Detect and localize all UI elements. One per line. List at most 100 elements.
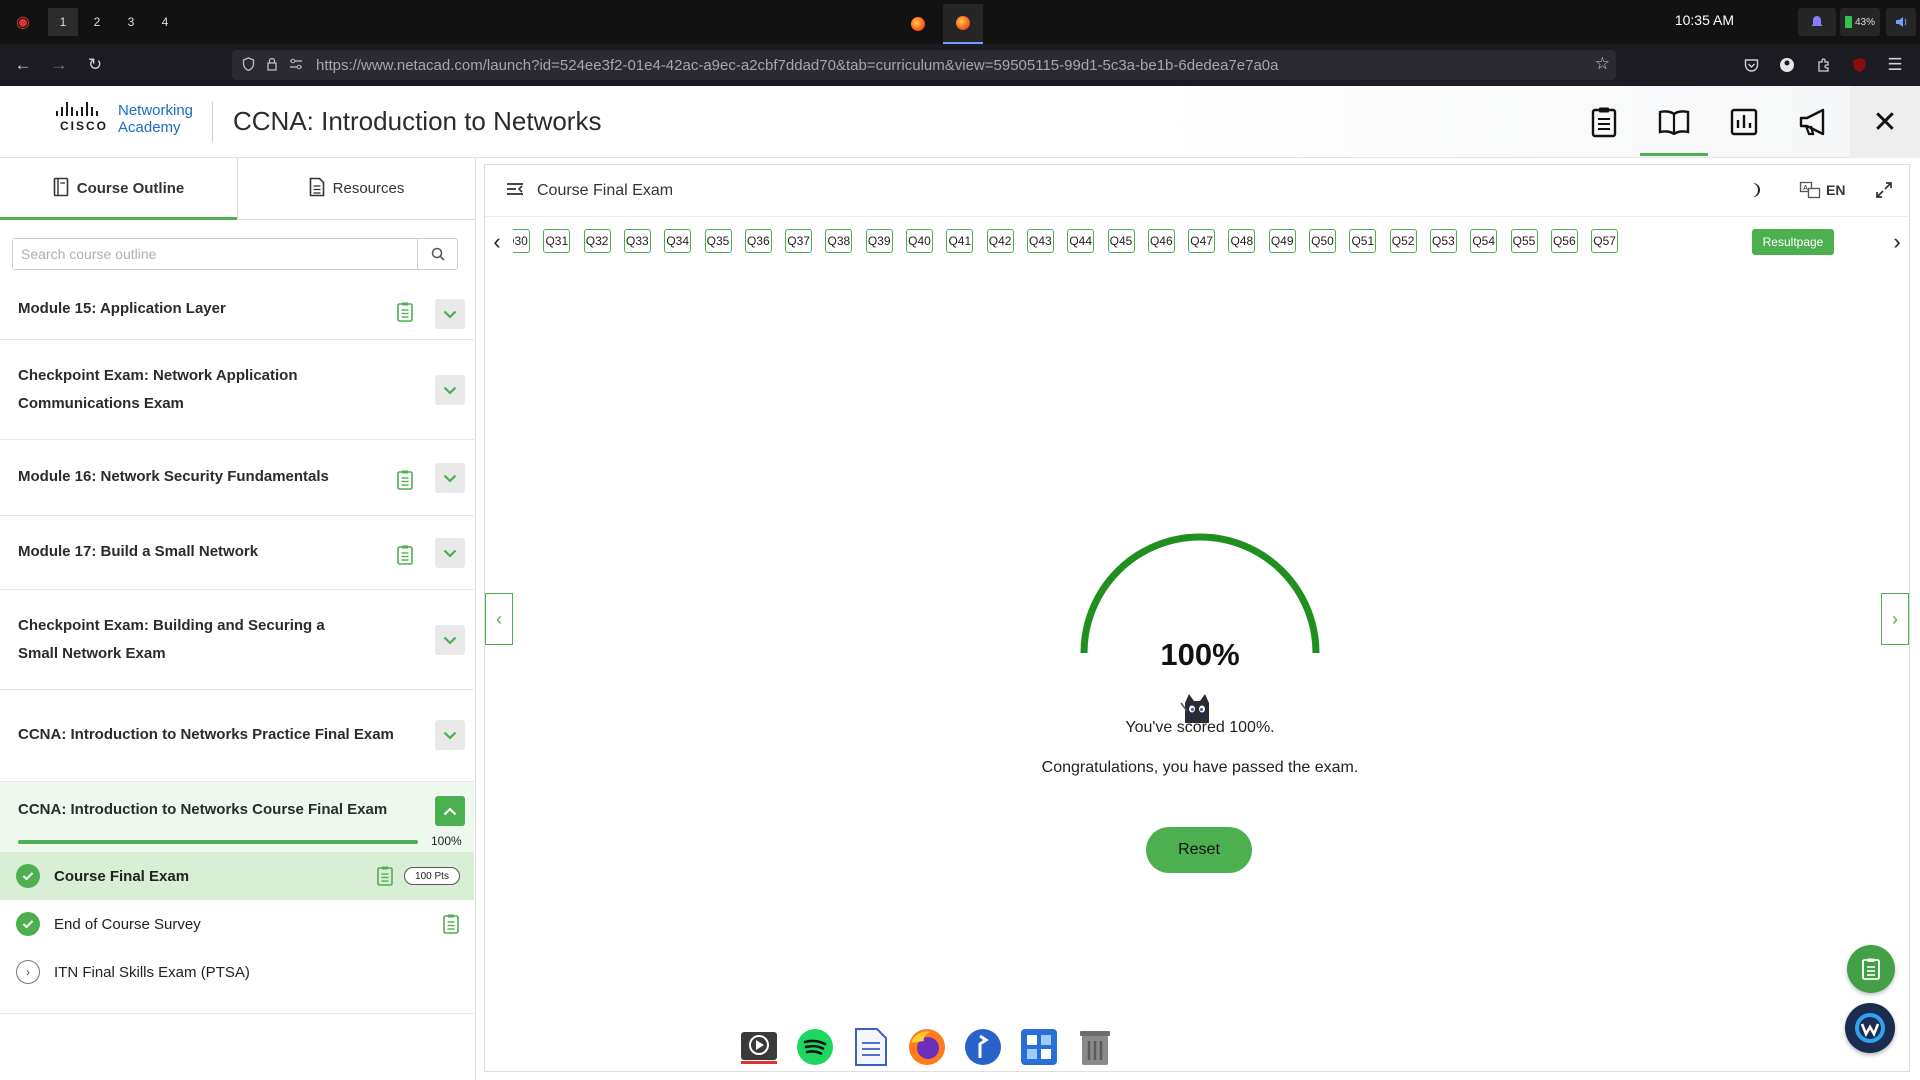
list-item-end-of-course-survey[interactable]: End of Course Survey [0,900,474,948]
address-bar[interactable]: https://www.netacad.com/launch?id=524ee3… [232,50,1616,80]
tab-resources[interactable]: Resources [238,158,475,219]
question-button[interactable]: Q41 [946,229,974,253]
trash-icon[interactable] [1074,1026,1116,1068]
question-button[interactable]: Q54 [1470,229,1498,253]
clipboard-icon[interactable] [1580,98,1628,146]
question-button[interactable]: Q53 [1429,229,1457,253]
expand-button[interactable] [435,375,465,405]
question-button[interactable]: Q30 [513,229,530,253]
workspace-3[interactable]: 3 [116,8,146,36]
firefox-window-2[interactable] [943,4,983,44]
question-button[interactable]: Q55 [1510,229,1538,253]
ublock-icon[interactable] [1846,52,1872,78]
question-button[interactable]: Q31 [543,229,571,253]
app-grid-icon[interactable] [1018,1026,1060,1068]
menu-icon[interactable]: ☰ [1882,52,1908,78]
workspace-1[interactable]: 1 [48,8,78,36]
reset-button[interactable]: Reset [1146,827,1252,873]
megaphone-icon[interactable] [1790,98,1838,146]
module-item[interactable]: Module 16: Network Security Fundamentals [0,440,474,516]
notification-bell-icon[interactable] [1798,8,1836,36]
question-button[interactable]: Q45 [1107,229,1135,253]
cisco-logo[interactable]: CISCO [54,102,114,142]
question-scroll-right-button[interactable]: › [1885,229,1909,255]
search-button[interactable] [417,239,457,269]
expand-button[interactable] [435,463,465,493]
list-item-course-final-exam[interactable]: Course Final Exam 100 Pts [0,852,474,900]
question-button[interactable]: Q38 [825,229,853,253]
language-selector[interactable]: A EN [1799,181,1845,199]
question-button[interactable]: Q56 [1550,229,1578,253]
fullscreen-expand-icon[interactable] [1875,181,1893,204]
workspace-2[interactable]: 2 [82,8,112,36]
account-icon[interactable] [1774,52,1800,78]
module-item[interactable]: Checkpoint Exam: Network Application Com… [0,340,474,440]
question-button[interactable]: Q37 [785,229,813,253]
question-button[interactable]: Q39 [865,229,893,253]
assistant-chat-button[interactable] [1845,1003,1895,1053]
expand-button[interactable] [435,720,465,750]
question-button[interactable]: Q43 [1026,229,1054,253]
question-button[interactable]: Q47 [1188,229,1216,253]
sidebar-tabs: Course Outline Resources [0,158,475,220]
chart-icon[interactable] [1720,98,1768,146]
final-exam-header[interactable]: CCNA: Introduction to Networks Course Fi… [0,782,474,852]
volume-icon[interactable] [1886,8,1916,36]
question-button[interactable]: Q48 [1228,229,1256,253]
question-button[interactable]: Q57 [1591,229,1619,253]
forward-arrow-icon[interactable]: → [46,52,72,78]
question-button[interactable]: Q32 [583,229,611,253]
expand-button[interactable] [435,299,465,329]
question-button[interactable]: Q51 [1349,229,1377,253]
module-item[interactable]: CCNA: Introduction to Networks Practice … [0,690,474,782]
tab-course-outline[interactable]: Course Outline [0,158,238,220]
search-input[interactable] [13,239,413,269]
shield-icon[interactable] [236,56,260,74]
pocket-icon[interactable] [1738,52,1764,78]
next-page-button[interactable]: › [1881,593,1909,645]
bookmark-star-icon[interactable]: ☆ [1595,54,1610,74]
module-item[interactable]: Checkpoint Exam: Building and Securing a… [0,590,474,690]
close-icon[interactable]: ✕ [1850,86,1920,158]
reload-icon[interactable]: ↻ [82,52,108,78]
text-editor-icon[interactable] [850,1026,892,1068]
firefox-icon[interactable] [906,1026,948,1068]
url-text[interactable]: https://www.netacad.com/launch?id=524ee3… [316,57,1279,74]
list-item-itn-final-skills-exam[interactable]: › ITN Final Skills Exam (PTSA) [0,948,474,996]
expand-button[interactable] [435,538,465,568]
question-button[interactable]: Q35 [704,229,732,253]
previous-page-button[interactable]: ‹ [485,593,513,645]
question-button[interactable]: Q50 [1309,229,1336,253]
question-button[interactable]: Q42 [986,229,1014,253]
lock-icon[interactable] [260,57,284,74]
question-button[interactable]: Q46 [1147,229,1175,253]
result-page-button[interactable]: Resultpage [1752,229,1834,255]
module-item[interactable]: Module 17: Build a Small Network [0,516,474,590]
back-arrow-icon[interactable]: ← [10,52,36,78]
expand-button[interactable] [435,625,465,655]
question-button[interactable]: Q49 [1268,229,1296,253]
media-player-icon[interactable] [738,1026,780,1068]
collapse-menu-icon[interactable] [505,181,525,202]
question-button[interactable]: Q34 [664,229,692,253]
code-editor-icon[interactable] [962,1026,1004,1068]
clock[interactable]: 10:35 AM [1675,12,1734,28]
os-logo-icon[interactable]: ◉ [8,8,38,36]
battery-status[interactable]: 43% [1840,8,1880,36]
question-scroll-left-button[interactable]: ‹ [485,229,509,255]
question-button[interactable]: Q44 [1067,229,1095,253]
workspace-4[interactable]: 4 [150,8,180,36]
permissions-icon[interactable] [284,58,308,73]
dark-mode-moon-icon[interactable] [1747,181,1765,204]
question-button[interactable]: Q33 [623,229,651,253]
question-button[interactable]: Q52 [1389,229,1417,253]
book-icon[interactable] [1640,98,1708,156]
question-button[interactable]: Q36 [744,229,772,253]
extensions-icon[interactable] [1810,52,1836,78]
module-item[interactable]: Module 15: Application Layer [0,286,474,340]
collapse-button[interactable] [435,796,465,826]
question-button[interactable]: Q40 [906,229,933,253]
spotify-icon[interactable] [794,1026,836,1068]
firefox-window-1[interactable] [898,4,938,44]
floating-clipboard-button[interactable] [1847,945,1895,993]
